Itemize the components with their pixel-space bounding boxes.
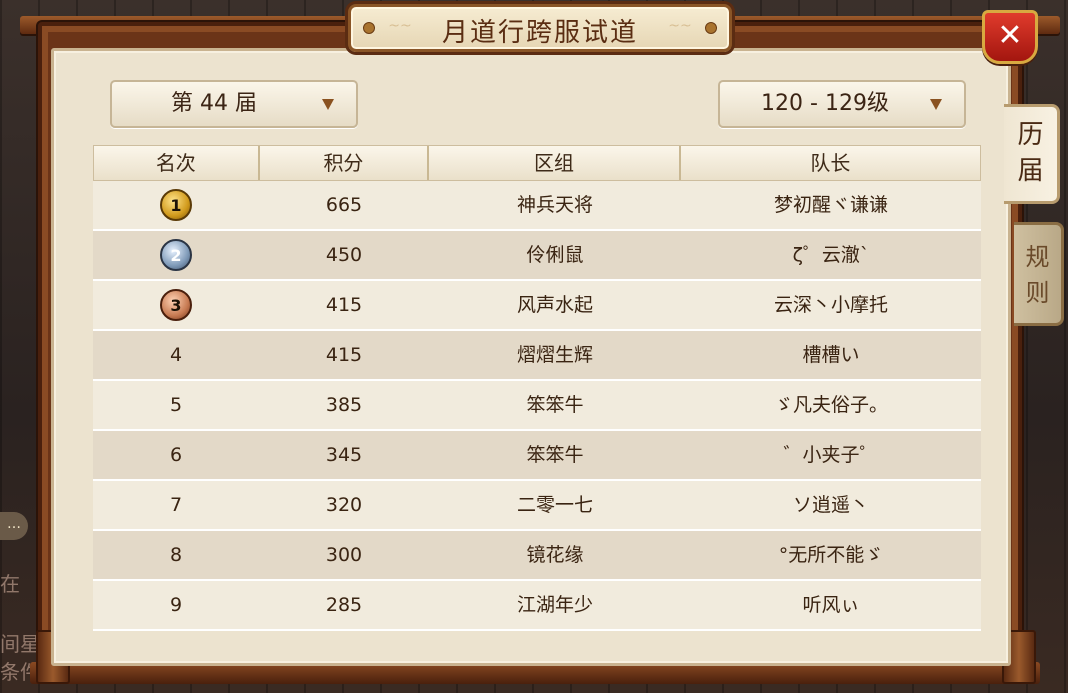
captain-cell: 云深丶小摩托 [773,294,888,316]
plaque-stud-icon [705,22,717,34]
background-chat-line: 在 [0,572,20,596]
rank-cell: 2 [93,231,259,279]
table-row[interactable]: 6 345 笨笨牛 ゛小夹子゜ [93,431,981,481]
group-cell: 江湖年少 [516,594,593,616]
table-row[interactable]: 7 320 二零一七 ソ逍遥丶 [93,481,981,531]
gold-medal-icon: 1 [160,189,192,221]
table-row[interactable]: 9 285 江湖年少 听风ぃ [93,581,981,631]
column-header-score: 积分 [260,146,430,180]
captain-cell: 听风ぃ [802,594,860,616]
table-row[interactable]: 5 385 笨笨牛 ゞ凡夫俗子。 [93,381,981,431]
rank-cell: 7 [169,494,183,516]
column-header-group: 区组 [429,146,681,180]
tab-rules[interactable]: 规则 [1014,222,1064,326]
group-cell: 风声水起 [516,294,593,316]
captain-cell: ζ゜云澈` [792,244,870,266]
score-cell: 285 [325,594,363,616]
ranking-table: 名次 积分 区组 队长 1 665 神兵天将 梦初醒ヾ谦谦 2 450 伶俐鼠 ζ゜云澈` 3 4… [93,145,981,639]
column-header-rank: 名次 [94,146,260,180]
group-cell: 二零一七 [516,494,593,516]
captain-cell: ソ逍遥丶 [792,494,869,516]
score-cell: 300 [325,544,363,566]
session-dropdown[interactable]: 第 44 届 [110,80,358,128]
score-cell: 665 [325,194,363,216]
table-row[interactable]: 3 415 风声水起 云深丶小摩托 [93,281,981,331]
column-header-captain: 队长 [810,151,851,175]
group-cell: 神兵天将 [516,194,593,216]
close-button[interactable]: ✕ [982,10,1038,64]
captain-cell: ゞ凡夫俗子。 [773,394,888,416]
cloud-ornament-icon: ~~ [668,18,692,34]
level-dropdown[interactable]: 120 - 129级 [718,80,966,128]
silver-medal-icon: 2 [160,239,192,271]
table-body: 1 665 神兵天将 梦初醒ヾ谦谦 2 450 伶俐鼠 ζ゜云澈` 3 415 风声水起 云深丶小摩托… [93,181,981,631]
score-cell: 385 [325,394,363,416]
table-header: 名次 积分 区组 队长 [93,145,981,181]
chat-bubble-icon[interactable]: … [0,512,28,540]
captain-cell: 槽槽い [802,344,860,366]
captain-cell: °无所不能ゞ [778,544,884,566]
tab-rules-label: 规则 [1025,243,1050,307]
session-dropdown-label: 第 44 届 [171,91,257,116]
group-cell: 笨笨牛 [526,394,584,416]
group-cell: 伶俐鼠 [526,244,584,266]
background-chat-line: 间星 [0,632,40,656]
group-cell: 熠熠生辉 [516,344,593,366]
chevron-down-icon [322,99,334,110]
group-cell: 镜花缘 [526,544,584,566]
rank-cell: 1 [93,181,259,229]
rank-cell: 9 [169,594,183,616]
close-icon: ✕ [997,18,1023,53]
table-row[interactable]: 8 300 镜花缘 °无所不能ゞ [93,531,981,581]
page-title: 月道行跨服试道 [441,18,638,48]
cloud-ornament-icon: ~~ [388,18,412,34]
rank-cell: 3 [93,281,259,329]
table-row[interactable]: 2 450 伶俐鼠 ζ゜云澈` [93,231,981,281]
group-cell: 笨笨牛 [526,444,584,466]
rank-cell: 6 [169,444,183,466]
tab-history[interactable]: 历届 [1004,104,1060,204]
title-plaque: ~~ 月道行跨服试道 ~~ [348,4,732,52]
bronze-medal-icon: 3 [160,289,192,321]
chevron-down-icon [930,99,942,110]
tab-history-label: 历届 [1017,120,1044,186]
table-row[interactable]: 1 665 神兵天将 梦初醒ヾ谦谦 [93,181,981,231]
table-row[interactable]: 4 415 熠熠生辉 槽槽い [93,331,981,381]
rank-cell: 5 [169,394,183,416]
level-dropdown-label: 120 - 129级 [761,91,889,116]
plaque-stud-icon [363,22,375,34]
score-cell: 320 [325,494,363,516]
score-cell: 415 [325,294,363,316]
score-cell: 415 [325,344,363,366]
captain-cell: ゛小夹子゜ [783,444,879,466]
rank-cell: 8 [169,544,183,566]
captain-cell: 梦初醒ヾ谦谦 [773,194,888,216]
rank-cell: 4 [169,344,183,366]
score-cell: 345 [325,444,363,466]
score-cell: 450 [325,244,363,266]
